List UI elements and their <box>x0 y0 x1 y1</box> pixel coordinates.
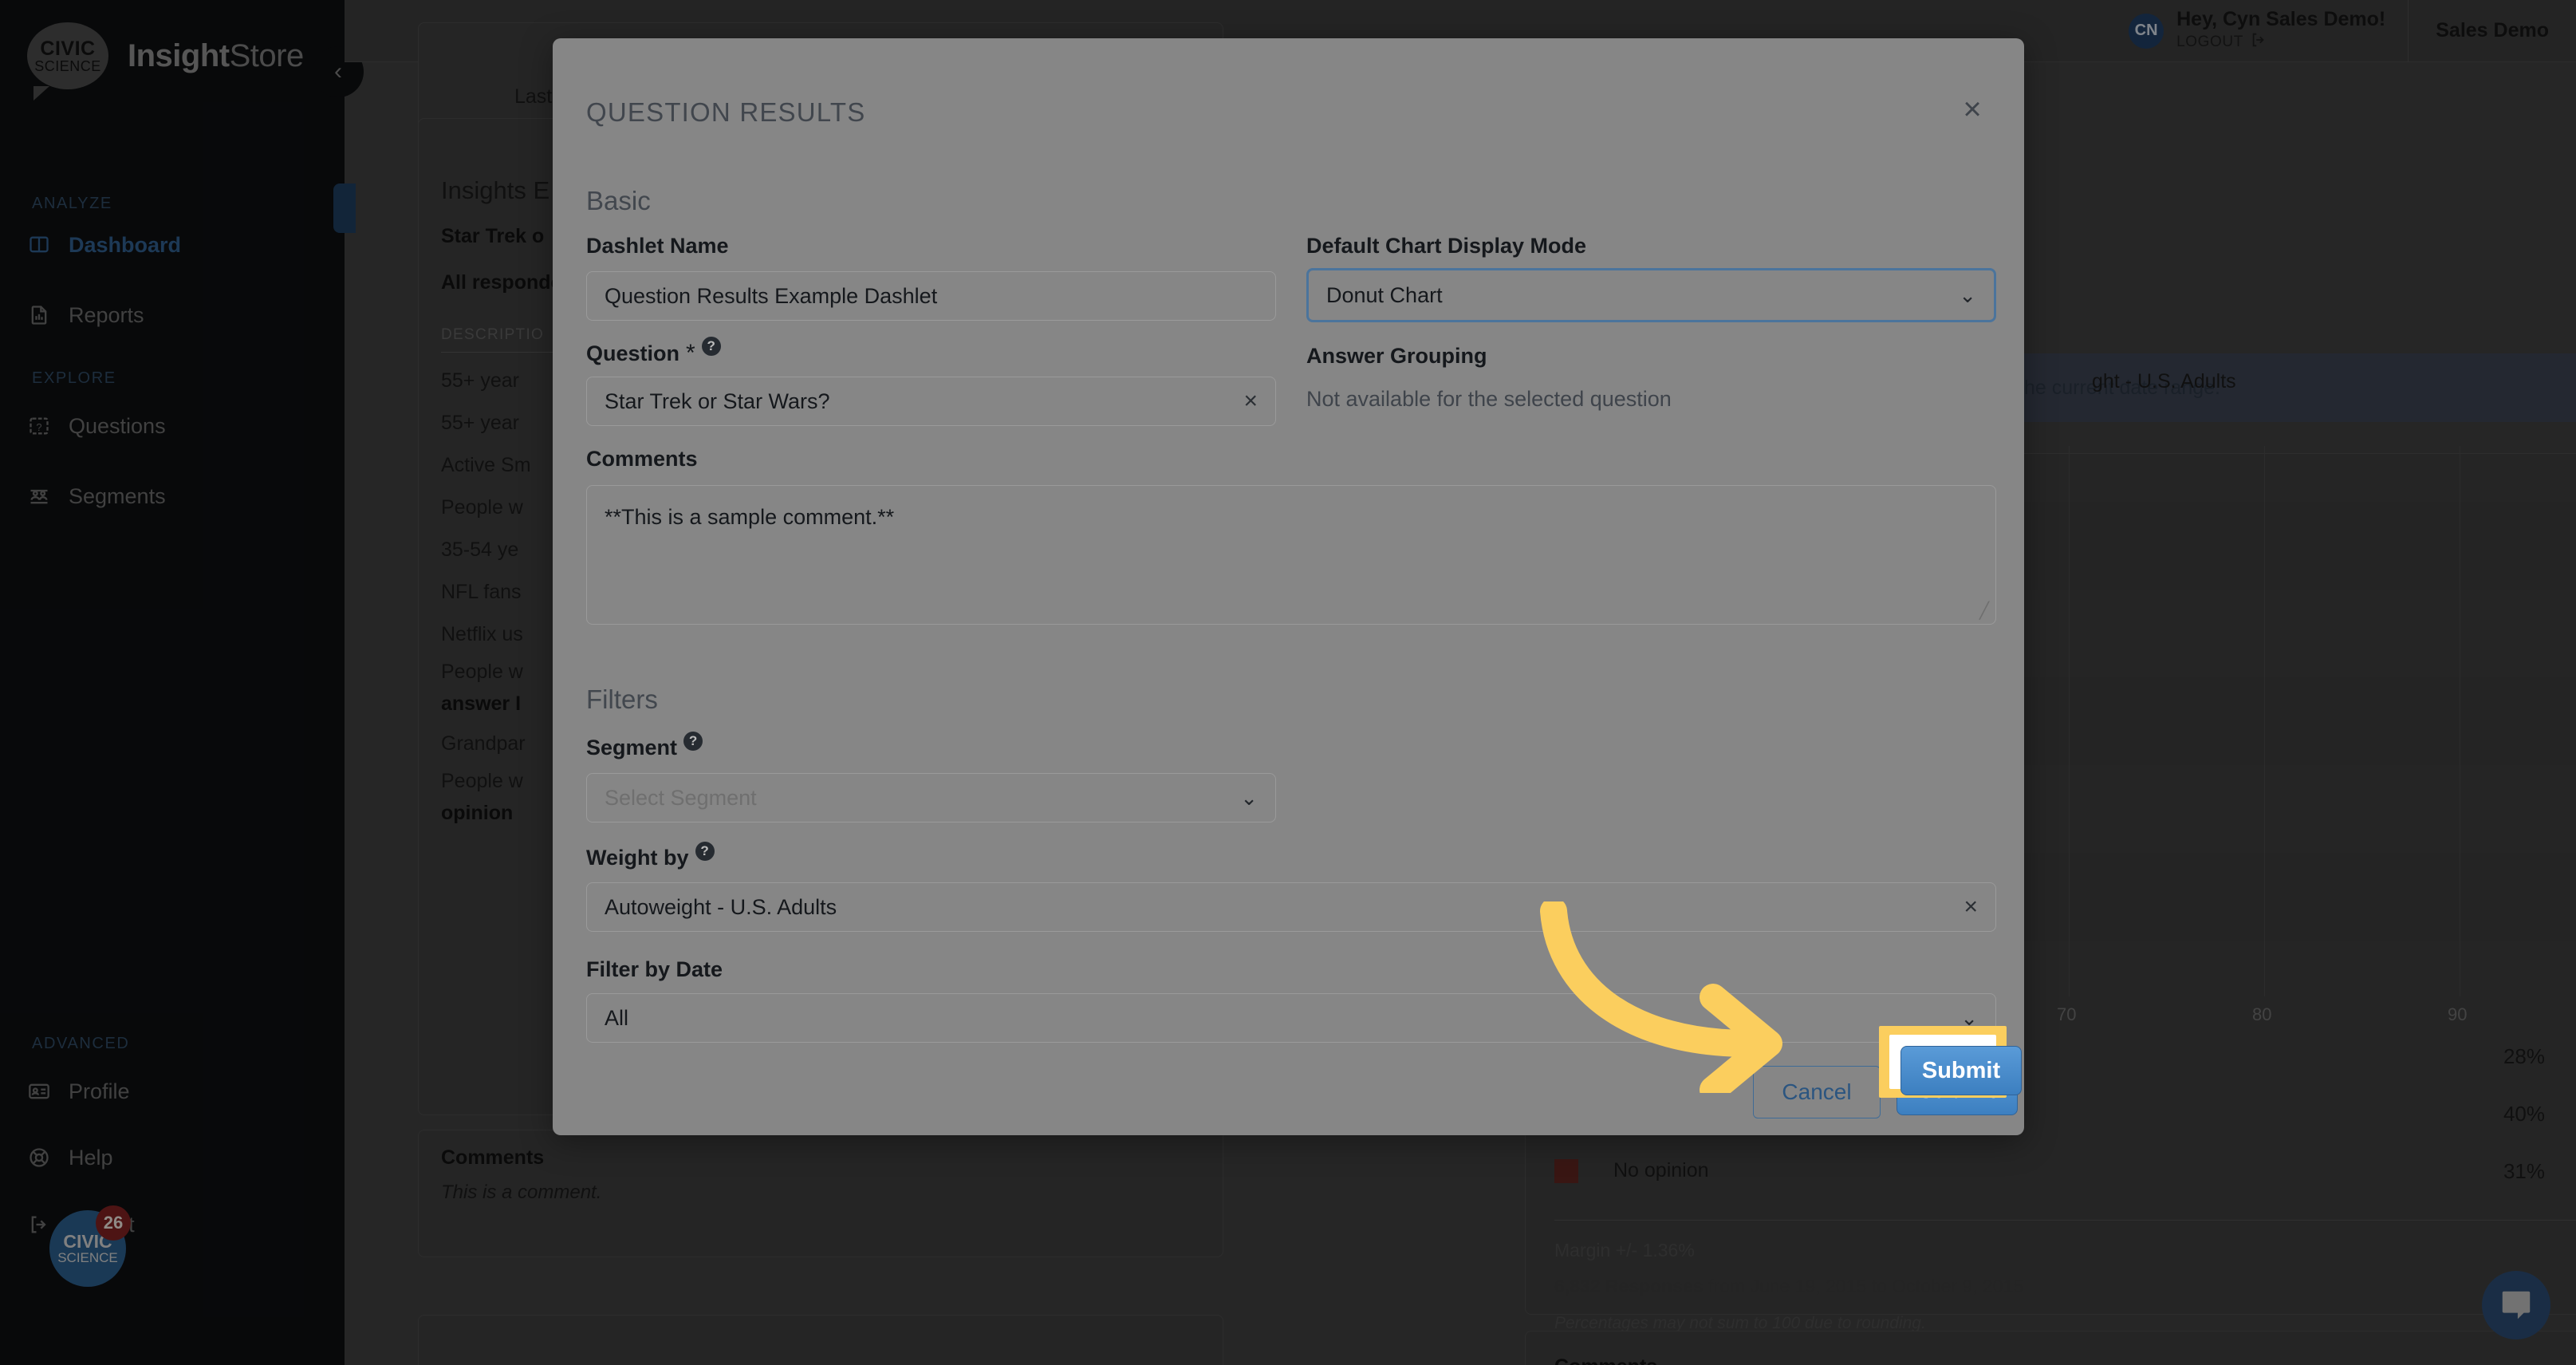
weight-by-value: Autoweight - U.S. Adults <box>605 894 837 919</box>
question-results-modal: QUESTION RESULTS × Basic Dashlet Name Qu… <box>553 38 2024 1135</box>
comments-textarea[interactable]: **This is a sample comment.** ╱ <box>586 485 1996 625</box>
question-value: Star Trek or Star Wars? <box>605 389 830 413</box>
chart-mode-value: Donut Chart <box>1326 282 1443 307</box>
weight-by-label-text: Weight by <box>586 846 689 870</box>
filter-by-date-value: All <box>605 1005 629 1030</box>
weight-by-label: Weight by ? <box>586 841 715 870</box>
comments-label: Comments <box>586 447 698 471</box>
comments-label-text: Comments <box>586 447 698 471</box>
cancel-button[interactable]: Cancel <box>1753 1066 1881 1118</box>
question-label: Question * ? <box>586 337 721 367</box>
chart-mode-label-text: Default Chart Display Mode <box>1306 234 1587 258</box>
dashlet-name-label-text: Dashlet Name <box>586 234 729 258</box>
chart-mode-select[interactable]: Donut Chart ⌄ <box>1306 268 1996 322</box>
comments-value: **This is a sample comment.** <box>605 505 895 529</box>
answer-grouping-label-text: Answer Grouping <box>1306 344 1487 368</box>
chevron-down-icon: ⌄ <box>1959 282 1976 307</box>
weight-by-input[interactable]: Autoweight - U.S. Adults × <box>586 882 1996 932</box>
segment-label-text: Segment <box>586 736 678 759</box>
modal-title: QUESTION RESULTS <box>586 97 866 127</box>
question-label-text: Question <box>586 341 680 365</box>
chart-mode-label: Default Chart Display Mode <box>1306 234 1586 258</box>
segment-select[interactable]: Select Segment ⌄ <box>586 773 1276 823</box>
section-heading-filters: Filters <box>586 684 658 714</box>
help-circle-icon[interactable]: ? <box>683 731 703 751</box>
chevron-down-icon: ⌄ <box>1240 785 1258 810</box>
resize-grip-icon[interactable]: ╱ <box>1979 601 1989 621</box>
answer-grouping-value: Not available for the selected question <box>1306 387 1672 411</box>
dashlet-name-value: Question Results Example Dashlet <box>605 283 938 308</box>
clear-x-icon[interactable]: × <box>1243 388 1258 415</box>
filter-by-date-select[interactable]: All ⌄ <box>586 993 1996 1043</box>
clear-x-icon[interactable]: × <box>1964 894 1978 921</box>
answer-grouping-label: Answer Grouping <box>1306 344 1487 369</box>
segment-label: Segment ? <box>586 731 703 760</box>
app-root: CIVIC SCIENCE InsightStore ‹ ANALYZE Das… <box>0 0 2576 1365</box>
filter-by-date-label: Filter by Date <box>586 957 723 982</box>
submit-button[interactable]: Submit <box>1897 1066 2018 1115</box>
close-x-icon[interactable]: × <box>1954 93 1991 129</box>
dashlet-name-label: Dashlet Name <box>586 234 729 258</box>
help-circle-icon[interactable]: ? <box>701 337 721 356</box>
question-input[interactable]: Star Trek or Star Wars? × <box>586 377 1276 426</box>
filter-by-date-label-text: Filter by Date <box>586 957 723 981</box>
dashlet-name-input[interactable]: Question Results Example Dashlet <box>586 271 1276 321</box>
help-circle-icon[interactable]: ? <box>695 841 715 861</box>
section-heading-basic: Basic <box>586 186 651 215</box>
required-asterisk: * <box>686 340 695 366</box>
segment-placeholder: Select Segment <box>605 785 757 810</box>
chevron-down-icon: ⌄ <box>1960 1005 1978 1030</box>
